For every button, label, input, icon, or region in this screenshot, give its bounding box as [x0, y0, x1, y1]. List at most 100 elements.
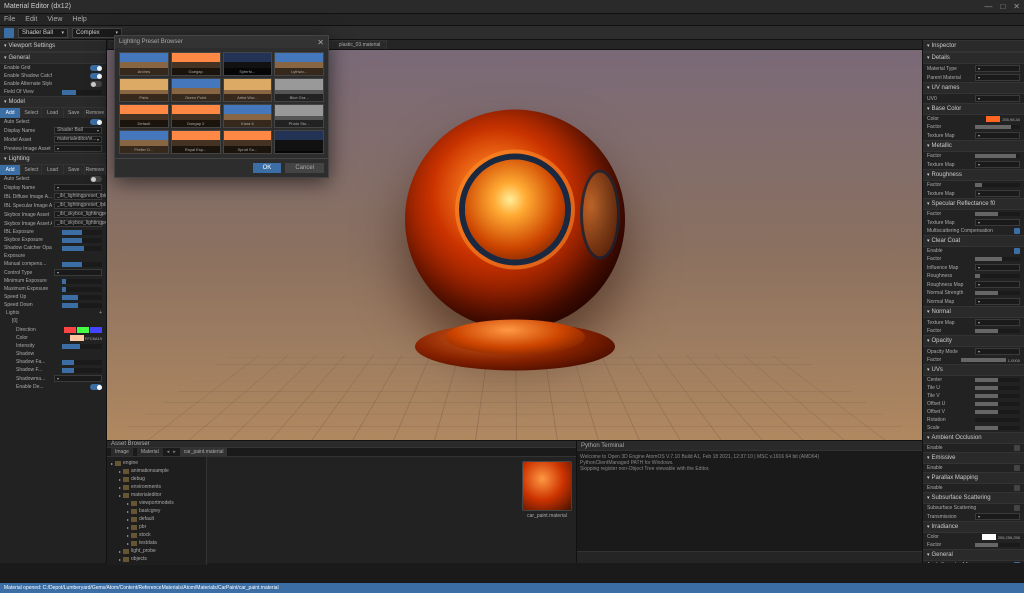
- slider[interactable]: [62, 344, 102, 349]
- tree-node[interactable]: animationsample: [109, 467, 204, 475]
- lighting-preset[interactable]: Photo Stu...: [274, 104, 324, 128]
- tree-node[interactable]: engine: [109, 459, 204, 467]
- lighting-preset[interactable]: Spruit Su...: [223, 130, 273, 154]
- slider[interactable]: [62, 287, 102, 292]
- nav-tab-image[interactable]: Image: [111, 448, 133, 456]
- dropdown[interactable]: _ibl_skybox_lightingpreset_p...: [54, 220, 102, 227]
- slider[interactable]: [975, 386, 1020, 390]
- inspector-section[interactable]: General: [923, 549, 1024, 561]
- inspector-section[interactable]: Parallax Mapping: [923, 472, 1024, 484]
- dropdown[interactable]: [975, 513, 1020, 520]
- section-lighting[interactable]: Lighting: [0, 153, 106, 165]
- dropdown[interactable]: [975, 298, 1020, 305]
- tree-node[interactable]: viewportmodels: [109, 499, 204, 507]
- dropdown[interactable]: [975, 95, 1020, 102]
- inspector-section[interactable]: Irradiance: [923, 521, 1024, 533]
- subtab-save[interactable]: Save: [64, 165, 85, 175]
- lighting-preset[interactable]: Lythwo...: [274, 52, 324, 76]
- subtab-add[interactable]: Add: [0, 108, 21, 118]
- dropdown[interactable]: Shader Ball: [54, 127, 102, 134]
- dialog-cancel-button[interactable]: Cancel: [285, 163, 324, 173]
- toggle[interactable]: [90, 176, 102, 182]
- tree-node[interactable]: materialeditor: [109, 491, 204, 499]
- lighting-preset[interactable]: Blue Gra...: [274, 78, 324, 102]
- checkbox[interactable]: [1014, 465, 1020, 471]
- slider[interactable]: [62, 246, 102, 251]
- menu-view[interactable]: View: [47, 16, 62, 23]
- dropdown[interactable]: [975, 190, 1020, 197]
- dropdown[interactable]: [54, 375, 102, 382]
- inspector-section[interactable]: UV names: [923, 82, 1024, 94]
- dialog-close-icon[interactable]: ✕: [317, 38, 324, 47]
- slider[interactable]: [62, 360, 102, 365]
- lighting-preset[interactable]: Goegap: [171, 52, 221, 76]
- inspector-section[interactable]: Metallic: [923, 140, 1024, 152]
- inspector-section[interactable]: Normal: [923, 306, 1024, 318]
- slider[interactable]: [62, 238, 102, 243]
- lighting-preset[interactable]: Syferfo...: [223, 52, 273, 76]
- inspector-section[interactable]: Clear Coat: [923, 235, 1024, 247]
- toggle[interactable]: [90, 81, 102, 87]
- maximize-icon[interactable]: □: [1000, 2, 1005, 11]
- material-tab[interactable]: plastic_03.material: [332, 40, 388, 49]
- dropdown[interactable]: materialeditor/vi...: [54, 136, 102, 143]
- inspector-section[interactable]: Specular Reflectance f0: [923, 198, 1024, 210]
- inspector-section[interactable]: Subsurface Scattering: [923, 492, 1024, 504]
- slider[interactable]: [975, 212, 1020, 216]
- slider[interactable]: [62, 90, 102, 95]
- checkbox[interactable]: [1014, 562, 1020, 563]
- color-swatch[interactable]: [70, 335, 84, 341]
- menu-edit[interactable]: Edit: [25, 16, 37, 23]
- lighting-preset[interactable]: Kiara 6: [223, 104, 273, 128]
- viewport-settings-header[interactable]: Viewport Settings: [0, 40, 106, 52]
- dropdown[interactable]: _ibl_lightingpreset_ibldiffuse...: [54, 193, 102, 200]
- slider[interactable]: [975, 543, 1020, 547]
- dropdown[interactable]: _ibl_skybox_lightingpreset_p...: [54, 211, 102, 218]
- toggle[interactable]: [90, 73, 102, 79]
- subtab-add[interactable]: Add: [0, 165, 21, 175]
- slider[interactable]: [975, 257, 1020, 261]
- subtab-save[interactable]: Save: [64, 108, 85, 118]
- inspector-section[interactable]: Details: [923, 52, 1024, 64]
- light-item-0[interactable]: [0]: [12, 318, 18, 324]
- tree-node[interactable]: default: [109, 515, 204, 523]
- subtab-load[interactable]: Load: [42, 165, 63, 175]
- slider[interactable]: [975, 329, 1020, 333]
- terminal-input[interactable]: [577, 551, 922, 563]
- lighting-preset[interactable]: Royal Esp...: [171, 130, 221, 154]
- menu-help[interactable]: Help: [72, 16, 86, 23]
- lighting-preset[interactable]: Preller D...: [119, 130, 169, 154]
- dropdown[interactable]: [975, 132, 1020, 139]
- lighting-preset[interactable]: Default: [119, 104, 169, 128]
- tree-node[interactable]: light_probe: [109, 547, 204, 555]
- dropdown[interactable]: _ibl_lightingpreset_iblspecul...: [54, 202, 102, 209]
- inspector-section[interactable]: Ambient Occlusion: [923, 432, 1024, 444]
- lighting-preset[interactable]: Green Point: [171, 78, 221, 102]
- inspector-section[interactable]: Opacity: [923, 335, 1024, 347]
- slider[interactable]: [961, 358, 1006, 362]
- slider[interactable]: [975, 410, 1020, 414]
- dropdown[interactable]: [975, 319, 1020, 326]
- breadcrumb[interactable]: car_paint.material: [180, 448, 228, 456]
- toggle[interactable]: [90, 65, 102, 71]
- slider[interactable]: [62, 262, 102, 267]
- section-model[interactable]: Model: [0, 96, 106, 108]
- checkbox[interactable]: [1014, 248, 1020, 254]
- lighting-preset[interactable]: Arches: [119, 52, 169, 76]
- subtab-select[interactable]: Select: [21, 165, 42, 175]
- slider[interactable]: [975, 394, 1020, 398]
- dropdown[interactable]: [975, 65, 1020, 72]
- slider[interactable]: [975, 154, 1020, 158]
- close-icon[interactable]: ✕: [1013, 2, 1020, 11]
- dropdown[interactable]: [54, 184, 102, 191]
- subtab-remove[interactable]: Remove: [85, 165, 106, 175]
- add-light-icon[interactable]: +: [99, 310, 102, 316]
- tree-node[interactable]: stock: [109, 531, 204, 539]
- inspector-section[interactable]: UVs: [923, 364, 1024, 376]
- tree-node[interactable]: basicgrey: [109, 507, 204, 515]
- slider[interactable]: [62, 368, 102, 373]
- toggle[interactable]: [90, 384, 102, 390]
- checkbox[interactable]: [1014, 445, 1020, 451]
- tree-node[interactable]: pbr: [109, 523, 204, 531]
- dialog-ok-button[interactable]: OK: [253, 163, 282, 173]
